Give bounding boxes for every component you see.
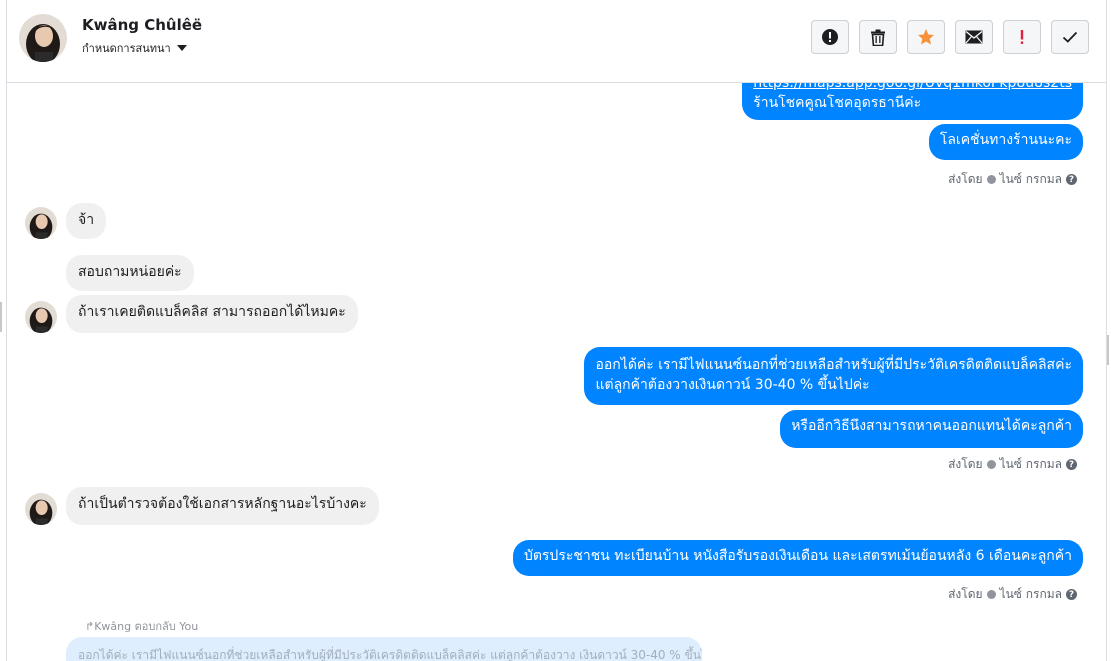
follow-up-button[interactable] [1003,20,1041,54]
reply-indicator: ↱Kwâng ตอบกลับ You [85,617,198,635]
message-text-line-1: ออกได้ค่ะ เรามีไฟแนนซ์นอกที่ช่วยเหลือสำห… [595,357,1072,373]
conversation-panel: Kwâng Chûlêë กำหนดการสนทนา https://maps.… [6,0,1107,661]
sender-avatar[interactable] [25,493,57,525]
message-text: บัตรประชาชน ทะเบียนบ้าน หนังสือรับรองเงิ… [523,548,1072,564]
contact-avatar[interactable] [19,14,67,62]
sent-status: ส่งโดย ไนซ์ กรกมล ? [948,455,1077,474]
scrollbar-thumb[interactable] [1107,335,1109,365]
sent-check-icon [986,460,996,469]
quoted-text: ออกได้ค่ะ เรามีไฟแนนซ์นอกที่ช่วยเหลือสำห… [78,648,702,661]
sender-name: ไนซ์ กรกมล [999,172,1062,186]
sent-status: ส่งโดย ไนซ์ กรกมล ? [948,585,1077,604]
help-icon[interactable]: ? [1066,174,1077,185]
sender-avatar[interactable] [25,207,57,239]
star-icon [918,29,934,45]
reply-arrow-icon: ↱ [85,620,95,633]
message-text: สอบถามหน่อยค่ะ [78,264,182,280]
message-list[interactable]: https://maps.app.goo.gl/Uvq1mkoPkp8u8s2t… [7,83,1106,661]
outgoing-message[interactable]: หรืออีกวิธีนึงสามารถหาคนออกแทนได้คะลูกค้… [780,410,1083,448]
sender-name: ไนซ์ กรกมล [999,457,1062,471]
spam-report-button[interactable] [811,20,849,54]
star-button[interactable] [907,20,945,54]
message-text: โลเคชั่นทางร้านนะคะ [939,132,1072,148]
sent-label: ส่งโดย [948,172,983,186]
message-text: หรืออีกวิธีนึงสามารถหาคนออกแทนได้คะลูกค้… [791,418,1072,434]
sent-label: ส่งโดย [948,587,983,601]
help-icon[interactable]: ? [1066,589,1077,600]
message-text-line-2: แต่ลูกค้าต้องวางเงินดาวน์ 30-40 % ขึ้นไป… [595,377,870,393]
conversation-assign-dropdown[interactable]: กำหนดการสนทนา [82,39,187,57]
exclamation-circle-icon [822,29,838,45]
incoming-message[interactable]: สอบถามหน่อยค่ะ [66,255,194,291]
mark-unread-button[interactable] [955,20,993,54]
sent-check-icon [986,590,996,599]
sender-avatar[interactable] [25,301,57,333]
incoming-message[interactable]: จ้า [66,203,107,239]
help-icon[interactable]: ? [1066,459,1077,470]
assign-label: กำหนดการสนทนา [82,42,171,55]
left-scroll-marker [0,302,2,332]
incoming-message[interactable]: ถ้าเป็นตำรวจต้องใช้เอกสารหลักฐานอะไรบ้าง… [66,487,379,525]
outgoing-message[interactable]: บัตรประชาชน ทะเบียนบ้าน หนังสือรับรองเงิ… [512,540,1083,576]
conversation-header: Kwâng Chûlêë กำหนดการสนทนา [7,0,1106,83]
envelope-icon [965,30,983,44]
sent-label: ส่งโดย [948,457,983,471]
reply-label: Kwâng ตอบกลับ You [94,620,199,633]
sent-check-icon [986,175,996,184]
outgoing-message[interactable]: โลเคชั่นทางร้านนะคะ [928,124,1083,160]
message-text: ร้านโชคคูณโชคอุดรธานีค่ะ [753,95,922,111]
sent-status: ส่งโดย ไนซ์ กรกมล ? [948,170,1077,189]
message-text: ถ้าเป็นตำรวจต้องใช้เอกสารหลักฐานอะไรบ้าง… [78,496,367,512]
mark-done-button[interactable] [1051,20,1089,54]
message-text: จ้า [78,212,95,228]
incoming-message[interactable]: ถ้าเราเคยติดแบล็คลิส สามารถออกได้ไหมคะ [66,295,358,333]
sender-name: ไนซ์ กรกมล [999,587,1062,601]
check-icon [1062,31,1078,43]
delete-button[interactable] [859,20,897,54]
contact-name[interactable]: Kwâng Chûlêë [82,16,202,34]
outgoing-message[interactable]: ออกได้ค่ะ เรามีไฟแนนซ์นอกที่ช่วยเหลือสำห… [584,347,1083,405]
caret-down-icon [176,45,187,51]
message-text: ถ้าเราเคยติดแบล็คลิส สามารถออกได้ไหมคะ [78,304,346,320]
trash-icon [871,29,885,46]
quoted-reply-bubble[interactable]: ออกได้ค่ะ เรามีไฟแนนซ์นอกที่ช่วยเหลือสำห… [66,637,702,661]
message-link[interactable]: https://maps.app.goo.gl/Uvq1mkoPkp8u8s2t… [753,83,1072,93]
outgoing-message[interactable]: https://maps.app.goo.gl/Uvq1mkoPkp8u8s2t… [742,83,1083,120]
exclamation-icon [1020,30,1024,44]
